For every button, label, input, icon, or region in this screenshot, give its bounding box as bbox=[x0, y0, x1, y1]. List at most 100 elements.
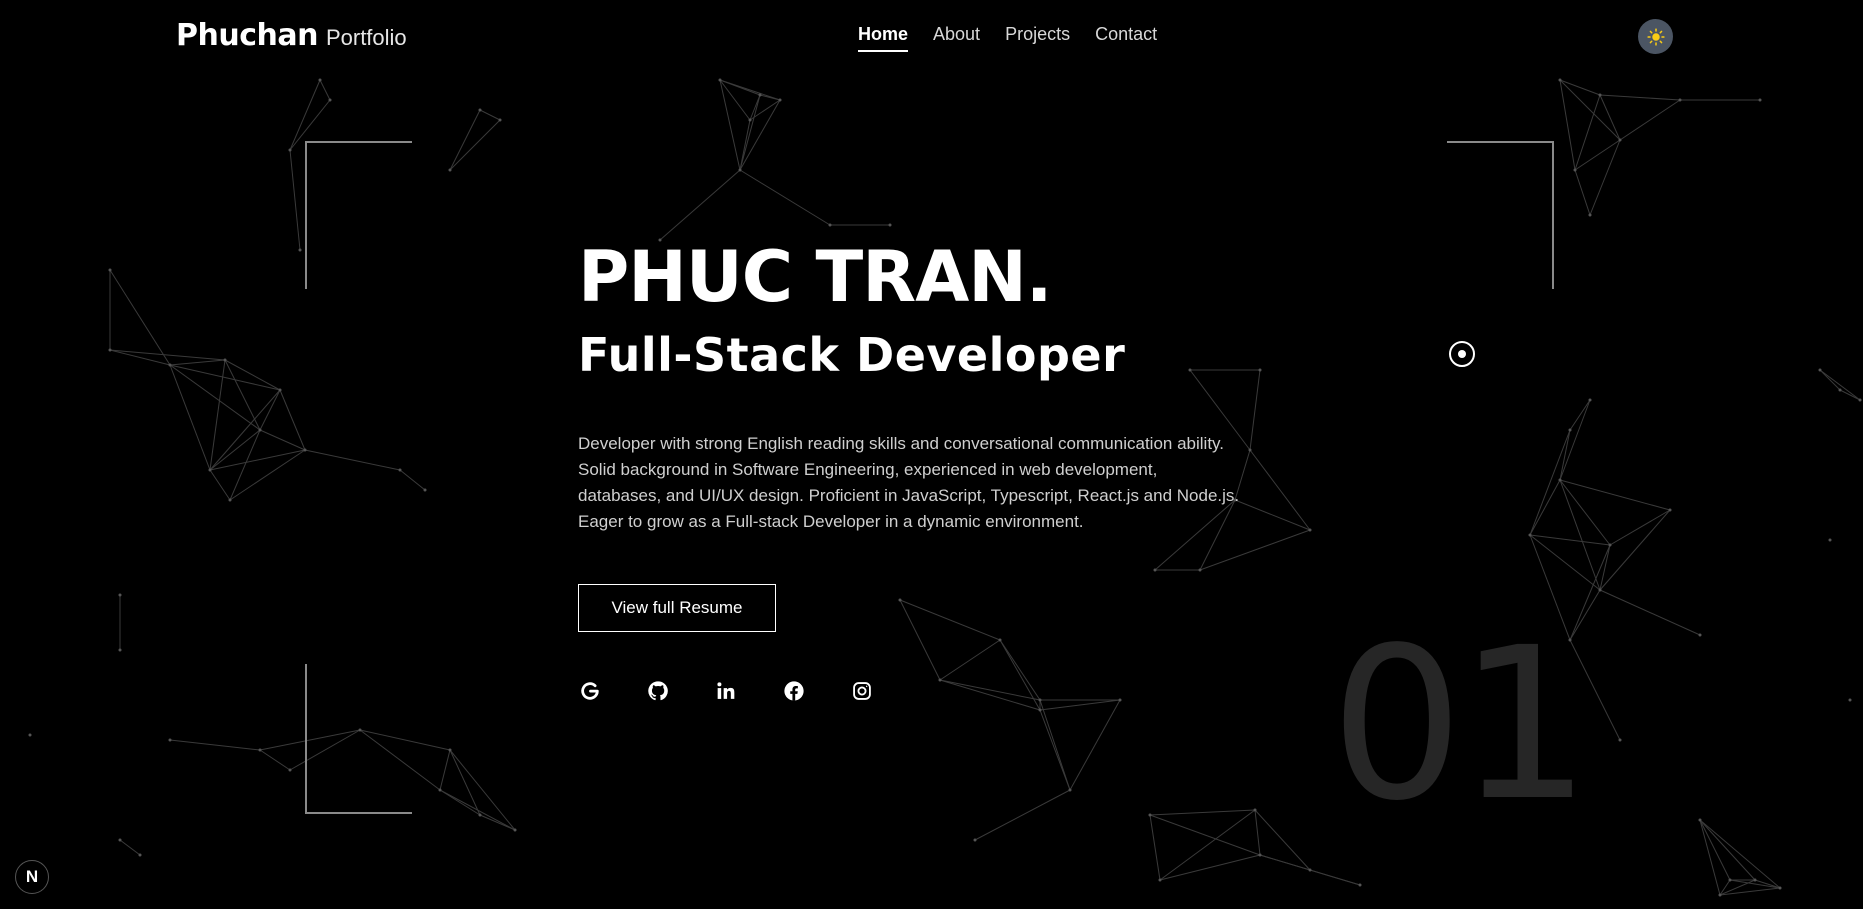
network-node bbox=[138, 853, 142, 857]
network-node bbox=[1588, 213, 1592, 217]
network-line bbox=[439, 789, 516, 831]
network-line bbox=[1149, 814, 1161, 881]
network-line bbox=[449, 119, 501, 171]
network-node bbox=[1038, 698, 1042, 702]
network-line bbox=[659, 169, 741, 241]
network-node bbox=[1598, 93, 1602, 97]
hero-role: Full-Stack Developer bbox=[578, 328, 1126, 382]
facebook-link[interactable] bbox=[782, 679, 806, 703]
network-node bbox=[778, 98, 782, 102]
network-line bbox=[1254, 809, 1311, 871]
nav-contact[interactable]: Contact bbox=[1095, 24, 1157, 49]
nav-projects[interactable]: Projects bbox=[1005, 24, 1070, 49]
network-line bbox=[319, 79, 331, 101]
framework-badge[interactable]: N bbox=[15, 860, 49, 894]
network-line bbox=[1159, 809, 1256, 881]
network-line bbox=[1559, 79, 1576, 171]
network-node bbox=[998, 638, 1002, 642]
network-line bbox=[304, 449, 401, 471]
network-node bbox=[208, 468, 212, 472]
network-line bbox=[739, 169, 831, 226]
network-line bbox=[399, 469, 426, 491]
theme-toggle-button[interactable] bbox=[1638, 19, 1673, 54]
network-line bbox=[209, 469, 231, 501]
hero-description: Developer with strong English reading sk… bbox=[578, 431, 1298, 535]
network-line bbox=[1819, 369, 1841, 391]
network-node bbox=[1753, 878, 1757, 882]
network-node bbox=[1838, 388, 1842, 392]
network-line bbox=[1559, 479, 1611, 546]
network-line bbox=[974, 789, 1071, 841]
network-node bbox=[28, 733, 32, 737]
network-node bbox=[478, 813, 482, 817]
network-node bbox=[1153, 568, 1157, 572]
network-line bbox=[1069, 699, 1121, 791]
linkedin-link[interactable] bbox=[714, 679, 738, 703]
network-line bbox=[1574, 94, 1601, 171]
nav-about[interactable]: About bbox=[933, 24, 980, 49]
network-node bbox=[938, 678, 942, 682]
network-line bbox=[1559, 479, 1671, 511]
brand-name: Phuchan bbox=[176, 18, 318, 53]
network-line bbox=[1819, 369, 1861, 401]
network-node bbox=[1528, 533, 1532, 537]
scroll-indicator[interactable] bbox=[1449, 341, 1475, 367]
network-line bbox=[119, 839, 141, 856]
description-line: Developer with strong English reading sk… bbox=[578, 434, 1225, 453]
network-node bbox=[718, 78, 722, 82]
network-node bbox=[1568, 428, 1572, 432]
network-node bbox=[1758, 98, 1762, 102]
network-line bbox=[1754, 879, 1781, 889]
network-node bbox=[1253, 808, 1257, 812]
network-line bbox=[899, 599, 1001, 641]
instagram-link[interactable] bbox=[850, 679, 874, 703]
network-node bbox=[1618, 138, 1622, 142]
network-node bbox=[448, 168, 452, 172]
network-node bbox=[1778, 886, 1782, 890]
nav-home[interactable]: Home bbox=[858, 24, 909, 52]
github-link[interactable] bbox=[646, 679, 670, 703]
network-node bbox=[888, 223, 892, 227]
network-node bbox=[1698, 633, 1702, 637]
network-line bbox=[479, 109, 501, 121]
network-node bbox=[258, 428, 262, 432]
network-line bbox=[289, 79, 321, 151]
network-node bbox=[1698, 818, 1702, 822]
network-line bbox=[1039, 709, 1071, 791]
network-line bbox=[1599, 544, 1611, 591]
main-nav: Home About Projects Contact bbox=[858, 24, 1157, 52]
network-node bbox=[1188, 368, 1192, 372]
network-line bbox=[739, 94, 761, 171]
google-link[interactable] bbox=[578, 679, 602, 703]
network-node bbox=[108, 348, 112, 352]
network-node bbox=[328, 98, 332, 102]
brand-logo[interactable]: Phuchan Portfolio bbox=[176, 18, 407, 53]
network-node bbox=[973, 838, 977, 842]
network-node bbox=[1718, 893, 1722, 897]
network-line bbox=[259, 749, 291, 771]
network-node bbox=[228, 498, 232, 502]
network-node bbox=[1258, 368, 1262, 372]
network-line bbox=[719, 79, 781, 101]
network-line bbox=[1159, 854, 1261, 881]
network-line bbox=[1529, 534, 1611, 546]
network-line bbox=[1574, 169, 1591, 216]
network-node bbox=[118, 648, 122, 652]
network-node bbox=[258, 748, 262, 752]
network-node bbox=[168, 363, 172, 367]
network-line bbox=[1699, 819, 1731, 881]
network-node bbox=[1308, 868, 1312, 872]
section-number: 01 bbox=[1330, 602, 1591, 847]
network-node bbox=[498, 118, 502, 122]
network-node bbox=[298, 248, 302, 252]
network-line bbox=[1839, 389, 1861, 401]
network-node bbox=[738, 168, 742, 172]
description-line: databases, and UI/UX design. Proficient … bbox=[578, 486, 1240, 505]
network-node bbox=[1608, 543, 1612, 547]
network-line bbox=[739, 99, 781, 171]
view-resume-button[interactable]: View full Resume bbox=[578, 584, 776, 632]
network-line bbox=[1589, 139, 1621, 216]
network-node bbox=[1258, 853, 1262, 857]
network-line bbox=[899, 599, 941, 681]
network-node bbox=[1678, 98, 1682, 102]
